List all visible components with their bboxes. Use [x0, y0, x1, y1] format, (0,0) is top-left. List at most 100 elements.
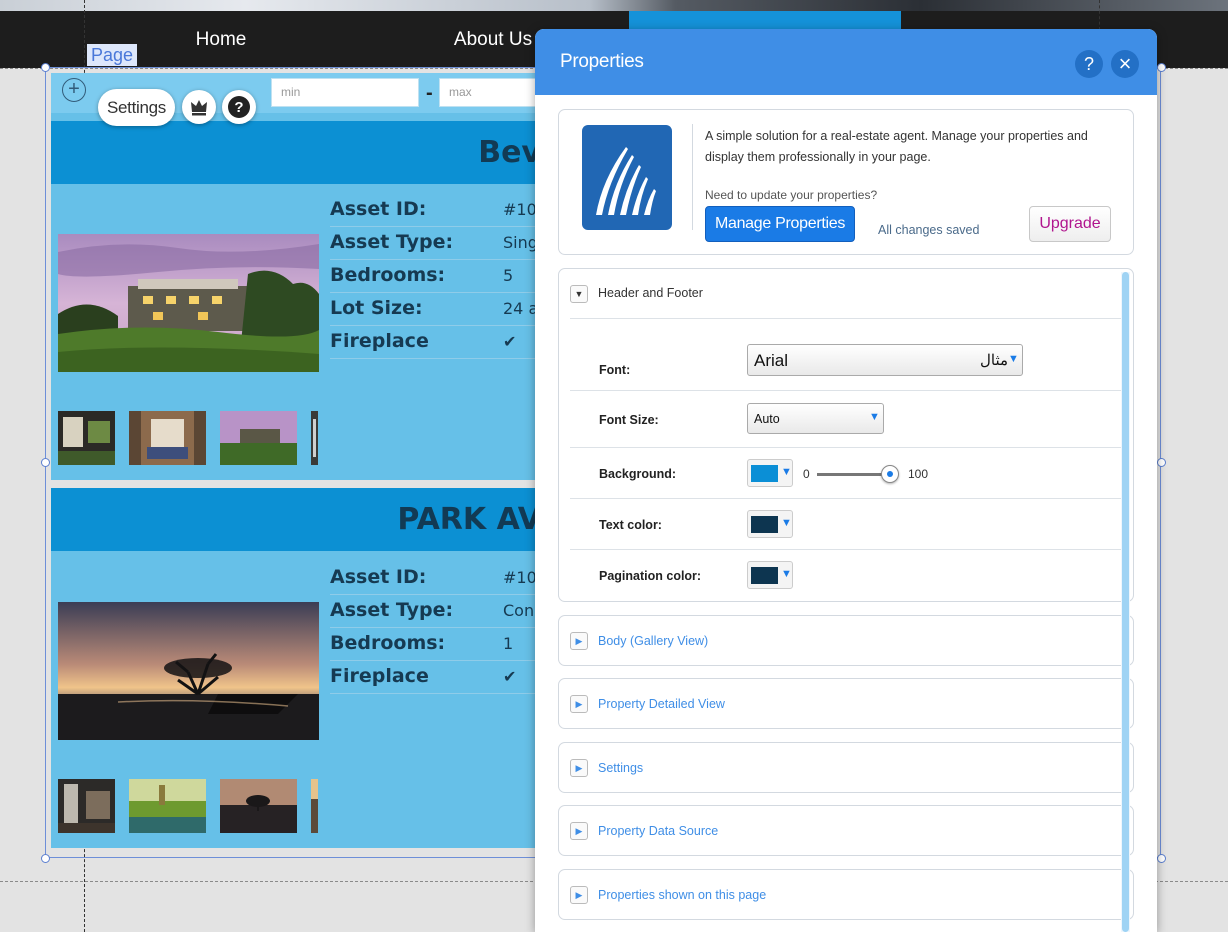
save-status: All changes saved — [878, 223, 980, 237]
font-size-label: Font Size: — [599, 413, 659, 427]
properties-panel: Properties ? × A simple solution for a r… — [535, 29, 1157, 932]
section-label[interactable]: Property Detailed View — [598, 697, 725, 711]
resize-handle-middle-right[interactable] — [1157, 458, 1166, 467]
detail-row: Fireplace ✔ — [330, 326, 541, 359]
question-icon: ? — [228, 96, 250, 118]
section-header-footer-label[interactable]: Header and Footer — [598, 286, 703, 300]
section-property-data-source[interactable]: ▶ Property Data Source — [558, 805, 1134, 856]
detail-row: Bedrooms: 5 — [330, 260, 541, 293]
section-property-detailed-view[interactable]: ▶ Property Detailed View — [558, 678, 1134, 729]
font-label: Font: — [599, 363, 631, 377]
pagination-color-swatch — [751, 567, 778, 584]
nav-home[interactable]: Home — [171, 11, 271, 68]
section-label[interactable]: Body (Gallery View) — [598, 634, 708, 648]
section-label[interactable]: Property Data Source — [598, 824, 718, 838]
detail-label: Bedrooms: — [330, 264, 446, 286]
panel-header: Properties ? × — [535, 29, 1157, 95]
detail-row: Asset Type: Singl — [330, 227, 541, 260]
font-size-value: Auto — [754, 412, 780, 426]
detail-label: Asset Type: — [330, 231, 454, 253]
font-size-select[interactable]: Auto ▼ — [747, 403, 884, 434]
collapse-arrow-icon[interactable]: ▼ — [570, 285, 588, 303]
expand-arrow-icon[interactable]: ▶ — [570, 822, 588, 840]
background-color-picker[interactable]: ▼ — [747, 459, 793, 487]
listing-title[interactable]: PARK AV — [397, 488, 541, 551]
page-tag[interactable]: Page — [87, 44, 138, 66]
font-select[interactable]: Arial مثال ▼ — [747, 344, 1023, 376]
crown-icon — [191, 100, 207, 116]
expand-arrow-icon[interactable]: ▶ — [570, 759, 588, 777]
pagination-color-picker[interactable]: ▼ — [747, 561, 793, 589]
detail-row: Lot Size:24 ac — [330, 293, 541, 326]
resize-handle-bottom-right[interactable] — [1157, 854, 1166, 863]
dropdown-arrow-icon: ▼ — [781, 568, 792, 580]
listing-title[interactable]: Bev — [478, 121, 541, 184]
detail-label: Fireplace — [330, 665, 429, 687]
listing-thumbnail[interactable] — [58, 411, 115, 465]
app-info-card: A simple solution for a real-estate agen… — [558, 109, 1134, 255]
section-properties-shown[interactable]: ▶ Properties shown on this page — [558, 869, 1134, 920]
expand-arrow-icon[interactable]: ▶ — [570, 695, 588, 713]
listing-thumbnail[interactable] — [311, 411, 318, 465]
listing-thumbnail[interactable] — [129, 411, 206, 465]
listing-thumbnail[interactable] — [220, 411, 297, 465]
listing-thumbnail[interactable] — [311, 779, 318, 833]
listing-divider — [51, 480, 541, 488]
resize-handle-middle-left[interactable] — [41, 458, 50, 467]
opacity-min: 0 — [803, 467, 810, 481]
detail-row: Asset Type: Conc — [330, 595, 541, 628]
divider — [570, 549, 1124, 550]
text-color-swatch — [751, 516, 778, 533]
resize-handle-bottom-left[interactable] — [41, 854, 50, 863]
background-swatch — [751, 465, 778, 482]
panel-help-button[interactable]: ? — [1075, 50, 1103, 78]
detail-row: Asset ID:#100 — [330, 562, 541, 595]
expand-arrow-icon[interactable]: ▶ — [570, 886, 588, 904]
listing-photo-villa[interactable] — [58, 234, 319, 372]
background-label: Background: — [599, 467, 677, 481]
max-price-input[interactable]: max — [439, 78, 539, 107]
divider — [570, 447, 1124, 448]
detail-label: Bedrooms: — [330, 632, 446, 654]
manage-properties-button[interactable]: Manage Properties — [705, 206, 855, 242]
scrollbar-thumb[interactable] — [1122, 272, 1129, 932]
min-price-input[interactable]: min — [271, 78, 419, 107]
upgrade-crown-button[interactable] — [182, 90, 216, 124]
expand-plus-icon[interactable]: + — [62, 78, 86, 102]
svg-text:?: ? — [234, 99, 243, 116]
help-button[interactable]: ? — [222, 90, 256, 124]
panel-close-button[interactable]: × — [1111, 50, 1139, 78]
divider — [570, 390, 1124, 391]
divider — [570, 318, 1124, 319]
nav-about-us[interactable]: About Us — [443, 11, 543, 68]
listing-thumbnail[interactable] — [129, 779, 206, 833]
update-prompt: Need to update your properties? — [705, 188, 878, 202]
detail-label: Asset ID: — [330, 198, 427, 220]
listing-photo-sunset[interactable] — [58, 602, 319, 740]
section-label[interactable]: Settings — [598, 761, 643, 775]
guide-right — [1099, 0, 1100, 30]
section-body-gallery-view[interactable]: ▶ Body (Gallery View) — [558, 615, 1134, 666]
detail-label: Asset Type: — [330, 599, 454, 621]
resize-handle-top-left[interactable] — [41, 63, 50, 72]
pagination-color-label: Pagination color: — [599, 569, 702, 583]
upgrade-button[interactable]: Upgrade — [1029, 206, 1111, 242]
detail-label: Asset ID: — [330, 566, 427, 588]
app-description: A simple solution for a real-estate agen… — [705, 129, 1088, 164]
expand-arrow-icon[interactable]: ▶ — [570, 632, 588, 650]
section-settings[interactable]: ▶ Settings — [558, 742, 1134, 793]
text-color-picker[interactable]: ▼ — [747, 510, 793, 538]
settings-button[interactable]: Settings — [98, 89, 175, 126]
opacity-value: 100 — [908, 467, 929, 481]
font-preview: مثال — [980, 352, 1009, 369]
detail-label: Fireplace — [330, 330, 429, 352]
listing-thumbnail[interactable] — [220, 779, 297, 833]
detail-label: Lot Size: — [330, 297, 423, 319]
listing-thumbnail[interactable] — [58, 779, 115, 833]
section-label[interactable]: Properties shown on this page — [598, 888, 766, 902]
opacity-slider-handle[interactable] — [881, 465, 899, 483]
dropdown-arrow-icon: ▼ — [781, 466, 792, 478]
app-logo — [582, 125, 672, 230]
resize-handle-top-right[interactable] — [1157, 63, 1166, 72]
building-logo-icon — [596, 147, 656, 215]
